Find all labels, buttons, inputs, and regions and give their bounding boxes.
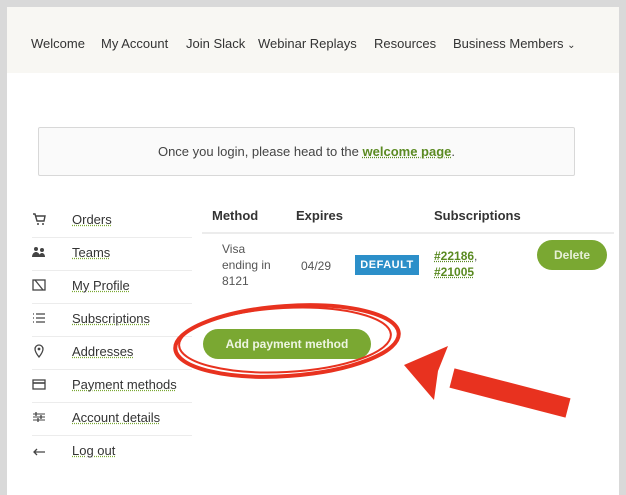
annotation-overlay: [173, 303, 571, 418]
red-arrow-icon: [404, 346, 571, 418]
highlight-ellipse-inner: [178, 306, 392, 374]
highlight-ellipse: [173, 303, 401, 379]
